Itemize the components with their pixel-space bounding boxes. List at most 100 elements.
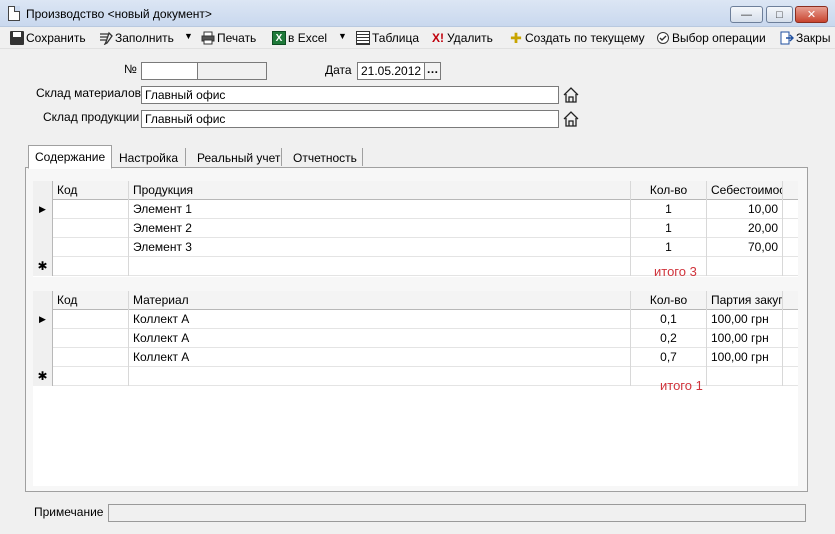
quantity-cell[interactable]: 1 — [631, 200, 707, 219]
home-icon[interactable] — [562, 110, 580, 128]
batch-cell[interactable]: 100,00 грн — [707, 329, 783, 348]
home-icon[interactable] — [562, 86, 580, 104]
cost-cell[interactable]: 10,00 — [707, 200, 783, 219]
material-cell[interactable]: Коллект А — [129, 329, 631, 348]
table-row[interactable]: Коллект А 0,2 100,00 грн — [33, 329, 798, 348]
create-from-current-button[interactable]: ✚ Создать по текущему — [509, 30, 645, 46]
table-button[interactable]: Таблица — [356, 30, 419, 46]
tab-settings[interactable]: Настройка — [112, 146, 185, 168]
quantity-cell[interactable]: 0,1 — [631, 310, 707, 329]
choose-operation-button[interactable]: Выбор операции — [656, 30, 766, 46]
column-header-code[interactable]: Код — [53, 181, 129, 200]
product-cell[interactable]: Элемент 1 — [129, 200, 631, 219]
row-marker — [33, 238, 53, 257]
delete-button[interactable]: X! Удалить — [431, 30, 493, 46]
date-picker-button[interactable]: … — [424, 62, 441, 80]
code-cell[interactable] — [53, 238, 129, 257]
column-header-batch[interactable]: Партия закуп — [707, 291, 783, 310]
material-cell[interactable]: Коллект А — [129, 348, 631, 367]
materials-total: итого 1 — [660, 378, 703, 393]
floppy-disk-icon — [10, 31, 24, 45]
product-cell[interactable]: Элемент 2 — [129, 219, 631, 238]
material-cell[interactable]: Коллект А — [129, 310, 631, 329]
window-title: Производство <новый документ> — [26, 7, 212, 21]
quantity-cell[interactable]: 0,7 — [631, 348, 707, 367]
row-header-corner — [33, 181, 53, 200]
batch-cell[interactable] — [707, 367, 783, 386]
title-bar: Производство <новый документ> — □ ✕ — [0, 0, 835, 27]
note-label: Примечание — [34, 505, 104, 519]
table-row[interactable]: Элемент 2 1 20,00 — [33, 219, 798, 238]
code-cell[interactable] — [53, 329, 129, 348]
product-cell[interactable]: Элемент 3 — [129, 238, 631, 257]
table-row[interactable]: Коллект А 0,7 100,00 грн — [33, 348, 798, 367]
code-cell[interactable] — [53, 219, 129, 238]
close-document-button[interactable]: Закры — [780, 30, 830, 46]
tab-separator — [185, 148, 186, 166]
fill-icon — [99, 31, 113, 46]
quantity-cell[interactable]: 0,2 — [631, 329, 707, 348]
number-suffix-field — [197, 62, 267, 80]
product-cell[interactable] — [129, 257, 631, 276]
batch-cell[interactable]: 100,00 грн — [707, 310, 783, 329]
row-marker — [33, 348, 53, 367]
cost-cell[interactable]: 70,00 — [707, 238, 783, 257]
table-row[interactable]: ▶ Элемент 1 1 10,00 — [33, 200, 798, 219]
products-total: итого 3 — [654, 264, 697, 279]
products-warehouse-input[interactable]: Главный офис — [141, 110, 559, 128]
column-header-cost[interactable]: Себестоимос — [707, 181, 783, 200]
table-icon — [356, 31, 370, 45]
products-grid[interactable]: Код Продукция Кол-во Себестоимос ▶ Элеме… — [33, 181, 798, 277]
quantity-cell[interactable]: 1 — [631, 219, 707, 238]
code-cell[interactable] — [53, 310, 129, 329]
excel-icon: X — [272, 31, 286, 45]
tab-separator — [362, 148, 363, 166]
products-grid-header: Код Продукция Кол-во Себестоимос — [33, 181, 798, 200]
plus-icon: ✚ — [510, 30, 522, 46]
tab-real-accounting[interactable]: Реальный учет — [190, 146, 287, 168]
table-row[interactable]: Элемент 3 1 70,00 — [33, 238, 798, 257]
table-label: Таблица — [372, 31, 420, 45]
fill-dropdown-arrow[interactable]: ▼ — [184, 31, 193, 41]
code-cell[interactable] — [53, 200, 129, 219]
products-warehouse-label: Склад продукции — [43, 110, 140, 124]
column-header-product[interactable]: Продукция — [129, 181, 631, 200]
materials-grid-header: Код Материал Кол-во Партия закуп — [33, 291, 798, 310]
column-header-material[interactable]: Материал — [129, 291, 631, 310]
print-label: Печать — [217, 31, 257, 45]
code-cell[interactable] — [53, 257, 129, 276]
table-row[interactable]: ▶ Коллект А 0,1 100,00 грн — [33, 310, 798, 329]
number-input[interactable] — [141, 62, 198, 80]
maximize-button[interactable]: □ — [766, 6, 793, 23]
excel-dropdown-arrow[interactable]: ▼ — [338, 31, 347, 41]
create-from-current-label: Создать по текущему — [525, 31, 645, 45]
materials-warehouse-input[interactable]: Главный офис — [141, 86, 559, 104]
print-button[interactable]: Печать — [201, 30, 256, 46]
close-window-button[interactable]: ✕ — [795, 6, 828, 23]
cost-cell[interactable]: 20,00 — [707, 219, 783, 238]
batch-cell[interactable]: 100,00 грн — [707, 348, 783, 367]
code-cell[interactable] — [53, 367, 129, 386]
exit-icon — [780, 31, 794, 45]
fill-label: Заполнить — [115, 31, 174, 45]
fill-button[interactable]: Заполнить — [99, 30, 174, 46]
save-button[interactable]: Сохранить — [10, 30, 86, 46]
toolbar: Сохранить Заполнить ▼ Печать X в Excel ▼… — [0, 27, 835, 49]
close-document-label: Закры — [796, 31, 831, 45]
minimize-button[interactable]: — — [730, 6, 763, 23]
column-header-quantity[interactable]: Кол-во — [631, 181, 707, 200]
cost-cell[interactable] — [707, 257, 783, 276]
code-cell[interactable] — [53, 348, 129, 367]
date-input[interactable]: 21.05.2012 — [357, 62, 425, 80]
tab-content[interactable]: Содержание — [28, 145, 113, 169]
save-label: Сохранить — [26, 31, 86, 45]
tab-reports[interactable]: Отчетность — [286, 146, 364, 168]
choose-operation-label: Выбор операции — [672, 31, 766, 45]
quantity-cell[interactable]: 1 — [631, 238, 707, 257]
note-input[interactable] — [108, 504, 806, 522]
excel-label: в Excel — [288, 31, 328, 45]
material-cell[interactable] — [129, 367, 631, 386]
column-header-code[interactable]: Код — [53, 291, 129, 310]
export-excel-button[interactable]: X в Excel — [272, 30, 327, 46]
column-header-quantity[interactable]: Кол-во — [631, 291, 707, 310]
